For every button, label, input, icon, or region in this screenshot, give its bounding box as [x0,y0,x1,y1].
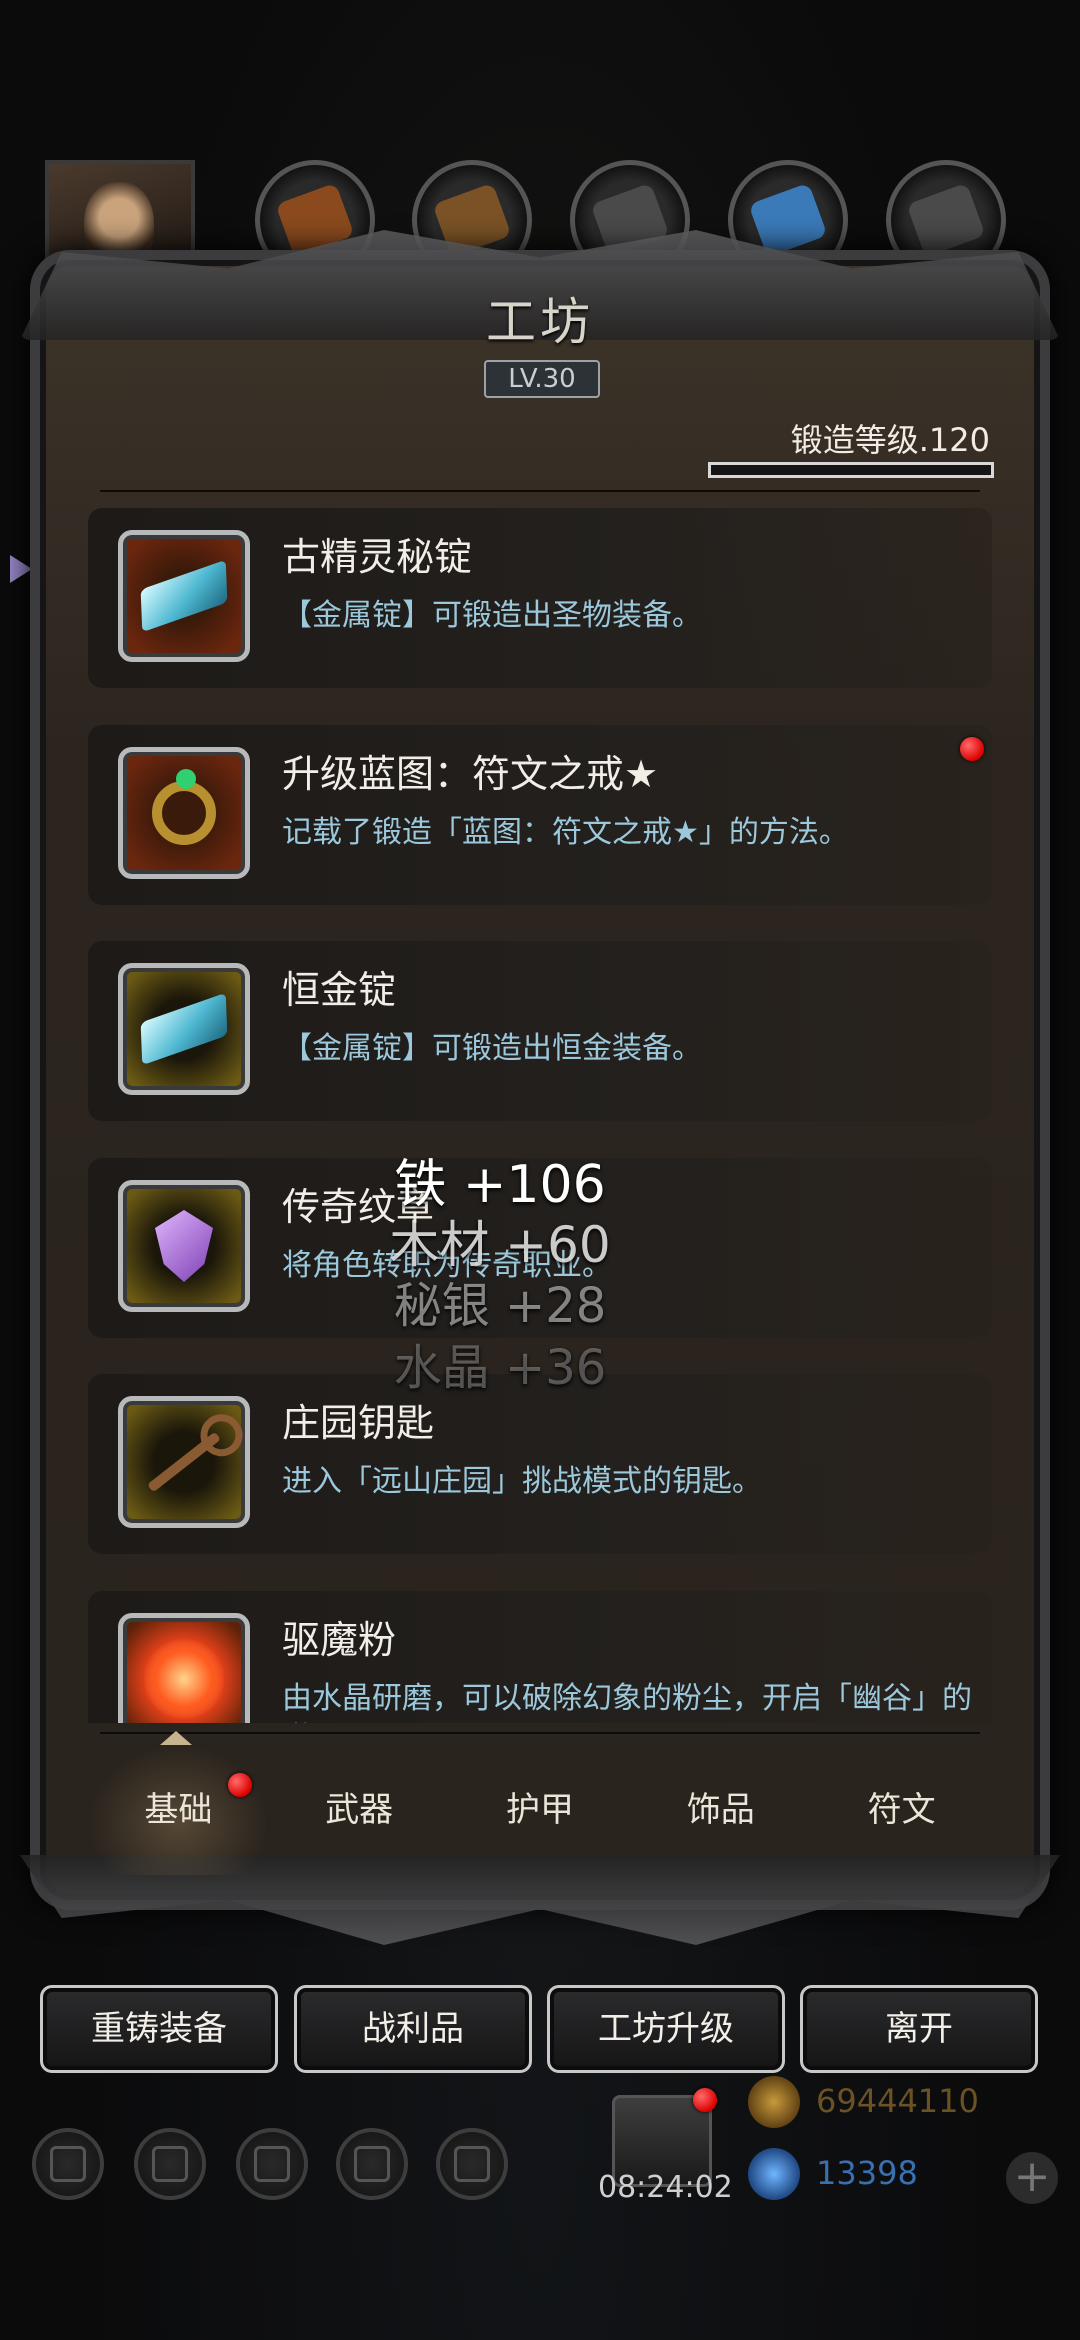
ring-icon [152,769,216,845]
resource-gain-text: 秘银 +28 [393,1278,607,1334]
tab-notification-dot [228,1773,252,1797]
key-icon [147,1431,221,1493]
clock-time: 08:24:02 [598,2170,733,2205]
gem-icon [748,2148,800,2200]
workshop-level-badge: LV.30 [484,360,600,398]
item-description: 【金属锭】可锻造出恒金装备。 [282,1031,702,1066]
panel-title: 工坊 [486,293,594,351]
gem-currency: 13398 [748,2146,1048,2202]
tab-rune[interactable]: 符文 [811,1745,992,1875]
item-description: 由水晶研磨，可以破除幻象的粉尘，开启「幽谷」的道具。 [282,1681,972,1723]
forge-level-label: 锻造等级.120 [790,421,990,459]
leave-button[interactable]: 离开 [800,1985,1038,2073]
item-name: 驱魔粉 [282,1618,397,1662]
tab-accessory[interactable]: 饰品 [630,1745,811,1875]
settings-icon[interactable] [32,2128,104,2200]
ingot-icon [140,559,228,633]
tab-weapon[interactable]: 武器 [269,1745,450,1875]
list-item[interactable]: 升级蓝图：符文之戒★ 记载了锻造「蓝图：符文之戒★」的方法。 [88,725,992,905]
category-tabs: 基础 武器 护甲 饰品 符文 [88,1731,992,1875]
gold-currency: 69444110 [748,2074,1048,2130]
gift-notification-dot [693,2088,717,2112]
action-buttons: 重铸装备 战利品 工坊升级 离开 [40,1985,1040,2075]
item-name: 古精灵秘锭 [282,535,473,579]
tab-armor[interactable]: 护甲 [450,1745,631,1875]
item-icon-frame [118,530,250,662]
loot-button[interactable]: 战利品 [294,1985,532,2073]
add-currency-button[interactable]: + [1006,2152,1058,2204]
list-item[interactable]: 庄园钥匙 进入「远山庄园」挑战模式的钥匙。 [88,1374,992,1554]
item-name: 庄园钥匙 [282,1401,435,1445]
powder-icon [144,1639,224,1719]
gem-amount: 13398 [816,2154,918,2192]
item-icon-frame [118,747,250,879]
trade-icon[interactable] [436,2128,508,2200]
inventory-icon[interactable] [236,2128,308,2200]
resource-gain-text: 水晶 +36 [393,1340,607,1396]
workshop-upgrade-button[interactable]: 工坊升级 [547,1985,785,2073]
side-expand-arrow-icon[interactable] [10,555,32,583]
list-divider-top [100,490,980,492]
list-item[interactable]: 古精灵秘锭 【金属锭】可锻造出圣物装备。 [88,508,992,688]
tab-caret-icon [160,1731,192,1745]
ingot-icon [140,992,228,1066]
reforge-equipment-button[interactable]: 重铸装备 [40,1985,278,2073]
item-icon-frame [118,1613,250,1723]
gear-icon[interactable] [134,2128,206,2200]
item-name: 升级蓝图：符文之戒★ [282,752,659,796]
list-divider-bottom [100,1732,980,1734]
item-icon-frame [118,1396,250,1528]
new-item-dot [960,737,984,761]
list-item[interactable]: 恒金锭 【金属锭】可锻造出恒金装备。 [88,941,992,1121]
list-item[interactable]: 驱魔粉 由水晶研磨，可以破除幻象的粉尘，开启「幽谷」的道具。 [88,1591,992,1723]
item-description: 记载了锻造「蓝图：符文之戒★」的方法。 [282,815,849,850]
item-name: 恒金锭 [282,968,397,1012]
item-description: 进入「远山庄园」挑战模式的钥匙。 [282,1464,762,1499]
map-icon[interactable] [336,2128,408,2200]
item-list[interactable]: 古精灵秘锭 【金属锭】可锻造出圣物装备。 升级蓝图：符文之戒★ 记载了锻造「蓝图… [88,508,992,1723]
forge-level-progress-bar [708,462,994,478]
item-icon-frame [118,963,250,1095]
item-description: 【金属锭】可锻造出圣物装备。 [282,598,702,633]
gold-amount: 69444110 [816,2082,979,2120]
tab-basic[interactable]: 基础 [88,1731,269,1875]
gold-coin-icon [748,2076,800,2128]
